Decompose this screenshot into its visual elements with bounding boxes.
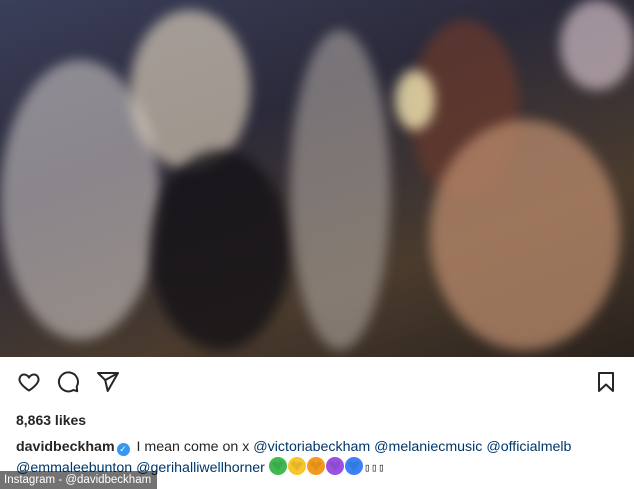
blue-heart-icon (344, 457, 363, 475)
paper-plane-icon (96, 370, 120, 399)
comment-bubble-icon (56, 370, 80, 399)
comment-button[interactable] (55, 370, 81, 399)
mention[interactable]: @victoriabeckham (253, 439, 370, 455)
unrendered-glyphs: ▯▯▯ (363, 461, 386, 474)
yellow-heart-icon (287, 457, 306, 475)
mention[interactable]: @officialmelb (486, 439, 571, 455)
action-bar (0, 357, 634, 409)
save-button[interactable] (593, 371, 619, 397)
purple-heart-icon (325, 457, 344, 475)
verified-badge-icon: ✓ (116, 443, 130, 456)
orange-heart-icon (306, 457, 325, 475)
caption-text: I mean come on x (136, 439, 250, 455)
heart-outline-icon (17, 370, 41, 399)
green-heart-icon (268, 457, 287, 475)
image-credit: Instagram - @davidbeckham (0, 471, 158, 489)
like-button[interactable] (16, 371, 42, 397)
bookmark-outline-icon (594, 370, 618, 399)
share-button[interactable] (95, 371, 121, 397)
mention[interactable]: @melaniecmusic (374, 439, 482, 455)
caption-username[interactable]: davidbeckham (16, 439, 115, 455)
post-photo[interactable] (0, 0, 634, 357)
likes-count[interactable]: 8,863 likes (16, 412, 86, 428)
